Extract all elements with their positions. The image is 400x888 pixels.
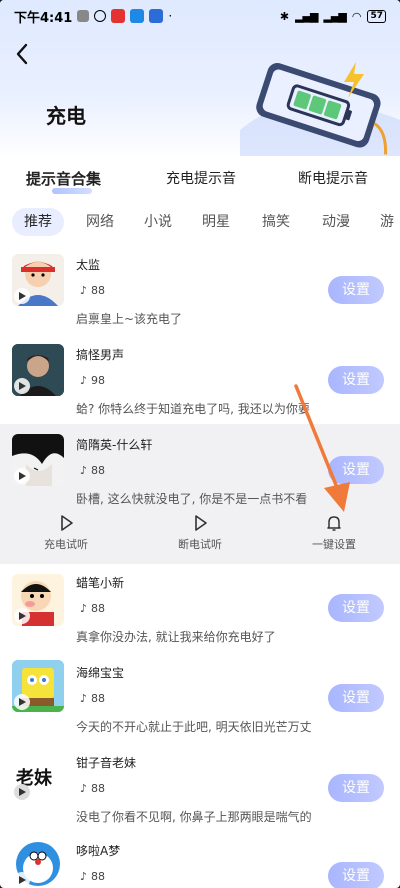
category-funny[interactable]: 搞笑 — [250, 208, 302, 236]
music-note-icon: ♪ — [80, 692, 88, 705]
music-note-icon: ♪ — [80, 602, 88, 615]
mute-icon — [77, 10, 90, 22]
main-tabs: 提示音合集 充电提示音 断电提示音 — [0, 156, 400, 196]
set-button[interactable]: 设置 — [328, 594, 384, 622]
app-screen: 下午4:41 · ✱ ▂▄▆ ▂▄▆ ◠ 57 充电 提示音合集 充电提示音 断… — [0, 0, 400, 888]
sound-description: 启禀皇上~该充电了 — [76, 312, 183, 326]
action-label: 一键设置 — [312, 538, 356, 551]
tab-sound-collection[interactable]: 提示音合集 — [26, 168, 101, 189]
set-button[interactable]: 设置 — [328, 456, 384, 484]
music-note-icon: ♪ — [80, 782, 88, 795]
music-note-icon: ♪ — [80, 284, 88, 297]
list-item[interactable]: 搞怪男声 ♪ 98 蛤? 你特么终于知道充电了吗, 我还以为你要 设置 — [0, 334, 400, 424]
category-celebrity[interactable]: 明星 — [190, 208, 242, 236]
play-icon[interactable] — [14, 784, 30, 800]
thumbnail: 老妹 — [12, 750, 64, 802]
list-item[interactable]: 太监 ♪ 88 启禀皇上~该充电了 设置 — [0, 244, 400, 334]
sound-title: 海绵宝宝 — [76, 666, 125, 680]
preview-charging-button[interactable]: 充电试听 — [26, 514, 106, 552]
sound-title: 太监 — [76, 258, 101, 272]
cloud-icon — [130, 9, 145, 23]
action-label: 断电试听 — [178, 538, 222, 551]
sound-title: 蜡笔小新 — [76, 576, 125, 590]
thumbnail — [12, 660, 64, 712]
play-icon[interactable] — [14, 608, 30, 624]
app-notify-icon — [111, 9, 126, 23]
status-bar: 下午4:41 · ✱ ▂▄▆ ▂▄▆ ◠ 57 — [0, 0, 400, 32]
alarm-icon — [94, 10, 107, 22]
list-item[interactable]: 哆啦A梦 ♪ 88 设置 — [0, 836, 400, 888]
sound-title: 简隋英-什么轩 — [76, 438, 153, 452]
music-note-icon: ♪ — [80, 374, 88, 387]
category-recommend[interactable]: 推荐 — [12, 208, 64, 236]
back-button[interactable] — [8, 40, 36, 68]
thumbnail — [12, 434, 64, 486]
thumbnail — [12, 344, 64, 396]
sound-description: 卧槽, 这么快就没电了, 你是不是一点书不看 — [76, 492, 308, 506]
set-button[interactable]: 设置 — [328, 276, 384, 304]
signal-icon-2: ▂▄▆ — [323, 9, 346, 23]
category-anime[interactable]: 动漫 — [310, 208, 362, 236]
list-item[interactable]: 老妹 钳子音老妹 ♪ 88 没电了你看不见啊, 你鼻子上那两眼是喘气的 设置 — [0, 746, 400, 836]
status-time: 下午4:41 — [14, 10, 73, 26]
battery-icon: 57 — [367, 9, 386, 23]
sound-title: 搞怪男声 — [76, 348, 125, 362]
play-count: ♪ 88 — [80, 692, 106, 705]
bell-icon — [327, 516, 341, 531]
play-count: ♪ 88 — [80, 464, 106, 477]
play-count: ♪ 88 — [80, 782, 106, 795]
play-icon[interactable] — [14, 288, 30, 304]
set-button[interactable]: 设置 — [328, 684, 384, 712]
thumbnail — [12, 838, 64, 888]
category-game[interactable]: 游 — [368, 208, 400, 236]
set-button[interactable]: 设置 — [328, 862, 384, 888]
play-icon[interactable] — [14, 694, 30, 710]
sound-description: 真拿你没办法, 就让我来给你充电好了 — [76, 630, 276, 644]
more-dots-icon: · — [168, 9, 173, 23]
list-item[interactable]: 海绵宝宝 ♪ 88 今天的不开心就止于此吧, 明天依旧光芒万丈 设置 — [0, 656, 400, 746]
sound-description: 没电了你看不见啊, 你鼻子上那两眼是喘气的 — [76, 810, 312, 824]
play-count: ♪ 88 — [80, 870, 106, 883]
active-tab-indicator — [52, 188, 92, 194]
action-bar: 充电试听 断电试听 一键设置 — [0, 510, 400, 564]
action-label: 充电试听 — [44, 538, 88, 551]
play-icon[interactable] — [14, 378, 30, 394]
tab-disconnect-sound[interactable]: 断电提示音 — [298, 168, 368, 188]
list-item[interactable]: 蜡笔小新 ♪ 88 真拿你没办法, 就让我来给你充电好了 设置 — [0, 566, 400, 656]
one-click-set-button[interactable]: 一键设置 — [294, 514, 374, 552]
charging-phone-illustration — [240, 62, 400, 160]
thumbnail — [12, 574, 64, 626]
music-note-icon: ♪ — [80, 464, 88, 477]
sound-title: 钳子音老妹 — [76, 756, 137, 770]
sound-title: 哆啦A梦 — [76, 844, 121, 858]
sound-description: 今天的不开心就止于此吧, 明天依旧光芒万丈 — [76, 720, 312, 734]
thumbnail — [12, 254, 64, 306]
preview-disconnect-button[interactable]: 断电试听 — [160, 514, 240, 552]
play-count: ♪ 98 — [80, 374, 106, 387]
sound-description: 蛤? 你特么终于知道充电了吗, 我还以为你要 — [76, 402, 310, 416]
play-icon — [195, 515, 207, 531]
tab-charging-sound[interactable]: 充电提示音 — [166, 168, 236, 188]
signal-icon: ▂▄▆ — [295, 9, 318, 23]
play-icon[interactable] — [14, 468, 30, 484]
set-button[interactable]: 设置 — [328, 774, 384, 802]
play-count: ♪ 88 — [80, 284, 106, 297]
music-note-icon: ♪ — [80, 870, 88, 883]
play-icon — [61, 515, 73, 531]
category-novel[interactable]: 小说 — [132, 208, 184, 236]
app-icon — [149, 9, 164, 23]
wifi-icon: ◠ — [351, 9, 362, 23]
category-bar: 推荐 网络 小说 明星 搞笑 动漫 游 — [0, 204, 400, 240]
set-button[interactable]: 设置 — [328, 366, 384, 394]
list-item-selected[interactable]: 简隋英-什么轩 ♪ 88 卧槽, 这么快就没电了, 你是不是一点书不看 设置 — [0, 424, 400, 510]
bluetooth-icon: ✱ — [279, 9, 290, 23]
play-icon[interactable] — [14, 872, 30, 888]
chevron-left-icon — [16, 43, 28, 65]
play-count: ♪ 88 — [80, 602, 106, 615]
category-network[interactable]: 网络 — [74, 208, 126, 236]
page-title: 充电 — [46, 104, 86, 128]
